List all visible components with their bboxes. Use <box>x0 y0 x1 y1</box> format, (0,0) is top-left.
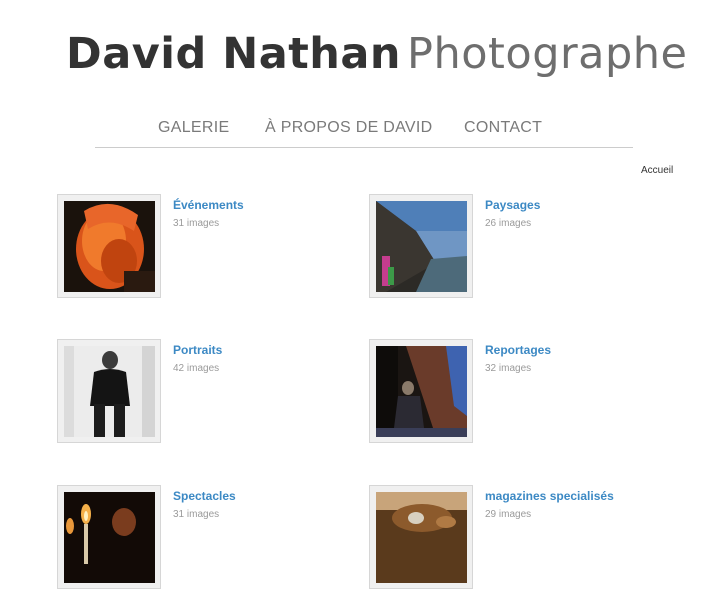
site-title[interactable]: David Nathan Photographe <box>66 28 688 80</box>
gallery-thumbnail[interactable] <box>57 485 161 589</box>
gallery-count: 32 images <box>485 363 532 374</box>
thumbnail-image <box>376 346 467 437</box>
gallery-thumbnail[interactable] <box>369 485 473 589</box>
gallery-item-reportages: Reportages 32 images <box>369 339 669 449</box>
thumbnail-image <box>64 201 155 292</box>
gallery-title[interactable]: magazines specialisés <box>485 489 614 503</box>
gallery-thumbnail[interactable] <box>57 339 161 443</box>
gallery-title[interactable]: Spectacles <box>173 489 236 503</box>
gallery-title[interactable]: Portraits <box>173 343 222 357</box>
gallery-item-magazines: magazines specialisés 29 images <box>369 485 669 595</box>
site-title-suffix: Photographe <box>407 29 688 79</box>
main-nav: GALERIE À PROPOS DE DAVID CONTACT <box>0 119 727 141</box>
gallery-item-portraits: Portraits 42 images <box>57 339 357 449</box>
nav-item-contact[interactable]: CONTACT <box>464 119 542 137</box>
thumbnail-image <box>376 492 467 583</box>
gallery-item-spectacles: Spectacles 31 images <box>57 485 357 595</box>
nav-divider <box>95 147 633 148</box>
gallery-count: 42 images <box>173 363 220 374</box>
gallery-count: 29 images <box>485 509 532 520</box>
nav-item-galerie[interactable]: GALERIE <box>158 119 229 137</box>
gallery-count: 31 images <box>173 218 220 229</box>
gallery-title[interactable]: Paysages <box>485 198 540 212</box>
breadcrumb-home[interactable]: Accueil <box>641 165 673 176</box>
thumbnail-image <box>376 201 467 292</box>
gallery-thumbnail[interactable] <box>57 194 161 298</box>
gallery-item-paysages: Paysages 26 images <box>369 194 669 304</box>
gallery-thumbnail[interactable] <box>369 194 473 298</box>
thumbnail-image <box>64 346 155 437</box>
nav-item-a-propos[interactable]: À PROPOS DE DAVID <box>265 119 433 137</box>
site-title-name: David Nathan <box>66 29 402 79</box>
gallery-count: 31 images <box>173 509 220 520</box>
gallery-count: 26 images <box>485 218 532 229</box>
gallery-thumbnail[interactable] <box>369 339 473 443</box>
thumbnail-image <box>64 492 155 583</box>
gallery-title[interactable]: Reportages <box>485 343 551 357</box>
gallery-item-evenements: Événements 31 images <box>57 194 357 304</box>
gallery-title[interactable]: Événements <box>173 198 244 212</box>
